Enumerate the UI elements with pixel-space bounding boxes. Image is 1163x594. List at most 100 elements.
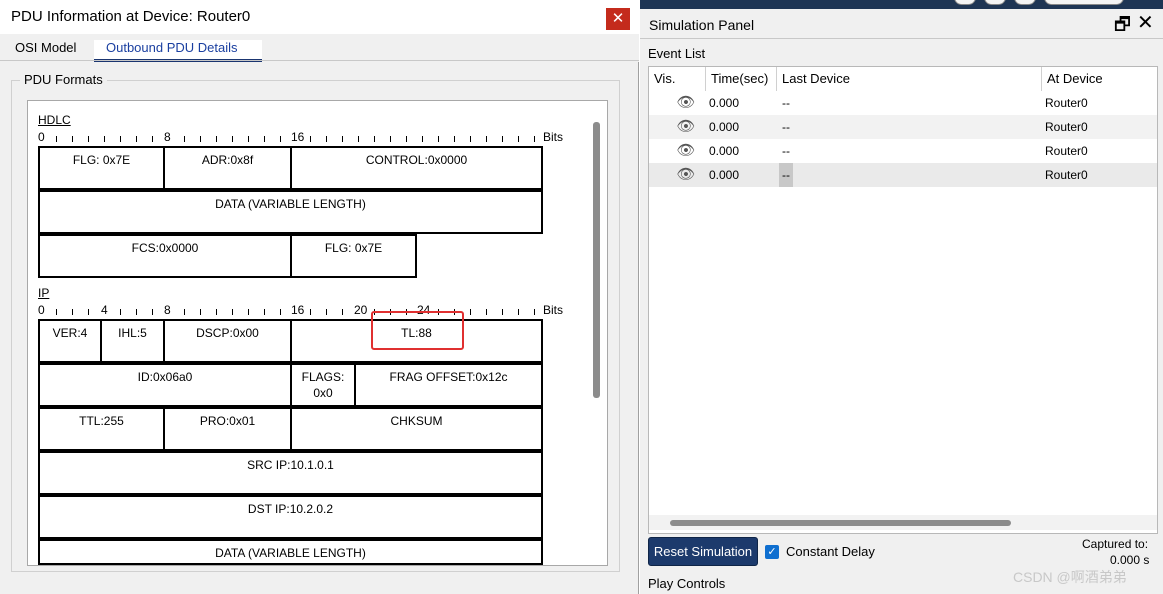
ruler-tick [232,309,233,315]
ip-bits-label: Bits [543,303,564,317]
watermark-text: CSDN @啊酒弟弟 [1013,569,1127,585]
event-at-device: Router0 [1045,168,1088,182]
ruler-tick [104,136,105,142]
event-row[interactable]: 👁 0.000 -- Router0 [649,91,1157,115]
ruler-tick [534,309,535,315]
ruler-tick [342,309,343,315]
tab-osi-model[interactable]: OSI Model [13,40,78,62]
ruler-tick [184,136,185,142]
ruler-tick [88,309,89,315]
ip-field-version: VER:4 [38,319,102,363]
column-separator [705,67,706,91]
simulation-panel-header: Simulation Panel 🗗 ✕ [640,11,1163,39]
column-separator [776,67,777,91]
ruler-tick [216,309,217,315]
ruler-tick [280,136,281,142]
ruler-tick [248,136,249,142]
pdu-tabs: OSI Model Outbound PDU Details [0,34,639,62]
ruler-tick [486,309,487,315]
ruler-tick [406,136,407,142]
event-row[interactable]: 👁 0.000 -- Router0 [649,139,1157,163]
ip-ruler-label: 8 [164,303,171,317]
toolbar-button[interactable] [1014,0,1036,5]
ip-field-data: DATA (VARIABLE LENGTH) [38,539,543,565]
ruler-tick [152,136,153,142]
vertical-scrollbar-thumb[interactable] [593,122,600,398]
ip-field-checksum: CHKSUM [290,407,543,451]
ruler-tick [72,309,73,315]
ruler-tick [310,309,311,315]
ruler-tick [184,309,185,315]
ruler-tick [120,136,121,142]
ip-ruler-label: 0 [38,303,45,317]
constant-delay-checkbox[interactable]: ✓ [765,545,779,559]
hdlc-bits-label: Bits [543,130,564,144]
eye-icon[interactable]: 👁 [675,139,697,163]
eye-icon[interactable]: 👁 [675,115,697,139]
event-last-device: -- [782,120,790,134]
ruler-tick [200,136,201,142]
ruler-tick [264,309,265,315]
event-list-table: Vis. Time(sec) Last Device At Device 👁 0… [648,66,1158,534]
ip-ruler-label: 20 [354,303,368,317]
eye-icon[interactable]: 👁 [675,91,697,115]
event-last-device: -- [782,96,790,110]
captured-to-value: 0.000 s [1110,553,1150,567]
close-icon[interactable]: ✕ [606,8,630,30]
horizontal-scrollbar-thumb[interactable] [670,520,1011,526]
hdlc-field-fcs: FCS:0x0000 [38,234,292,278]
ip-field-ttl: TTL:255 [38,407,165,451]
ip-flags-value: 0x0 [313,386,333,400]
event-row[interactable]: 👁 0.000 -- Router0 [649,115,1157,139]
column-header-at-device[interactable]: At Device [1047,67,1103,91]
column-header-last-device[interactable]: Last Device [782,67,850,91]
ruler-tick [232,136,233,142]
eye-icon[interactable]: 👁 [675,163,697,187]
ruler-tick [152,309,153,315]
hdlc-field-address: ADR:0x8f [163,146,292,190]
hdlc-field-data: DATA (VARIABLE LENGTH) [38,190,543,234]
pdu-formats-label: PDU Formats [20,72,107,87]
ip-field-id: ID:0x06a0 [38,363,292,407]
hdlc-field-control: CONTROL:0x0000 [290,146,543,190]
column-header-vis[interactable]: Vis. [654,67,675,91]
ip-field-flags: FLAGS: 0x0 [290,363,356,407]
toolbar-button[interactable] [984,0,1006,5]
ruler-tick [88,136,89,142]
event-list-label: Event List [648,46,706,61]
simulation-panel-title: Simulation Panel [649,17,755,33]
hdlc-section-title: HDLC [38,113,71,127]
hdlc-ruler-label: 8 [164,130,171,144]
hdlc-ruler-label: 16 [291,130,305,144]
simulation-panel: Simulation Panel 🗗 ✕ Event List Vis. Tim… [640,0,1163,594]
ruler-tick [216,136,217,142]
ruler-tick [390,136,391,142]
ip-ruler-label: 4 [101,303,108,317]
ruler-tick [486,136,487,142]
ruler-tick [310,136,311,142]
tabs-divider [0,60,639,61]
ruler-tick [374,136,375,142]
event-time: 0.000 [709,96,740,110]
ruler-tick [502,309,503,315]
event-row-selected[interactable]: 👁 0.000 -- Router0 [649,163,1157,187]
event-at-device: Router0 [1045,96,1088,110]
event-time: 0.000 [709,144,740,158]
tab-outbound-pdu-details[interactable]: Outbound PDU Details [94,40,262,62]
event-last-device: -- [779,163,793,187]
event-last-device: -- [782,144,790,158]
toolbar-button[interactable] [954,0,976,5]
toolbar-button[interactable] [1044,0,1124,5]
ip-section-title: IP [38,286,50,300]
pdu-window-titlebar[interactable]: PDU Information at Device: Router0 ✕ [0,0,639,34]
ruler-tick [248,309,249,315]
ip-field-src-ip: SRC IP:10.1.0.1 [38,451,543,495]
hdlc-field-flag-end: FLG: 0x7E [290,234,417,278]
close-icon[interactable]: ✕ [1137,13,1154,33]
restore-icon[interactable]: 🗗 [1114,15,1131,33]
ip-field-ihl: IHL:5 [100,319,165,363]
column-header-time[interactable]: Time(sec) [711,67,768,91]
ip-field-dscp: DSCP:0x00 [163,319,292,363]
reset-simulation-button[interactable]: Reset Simulation [648,537,758,566]
ruler-tick [470,136,471,142]
